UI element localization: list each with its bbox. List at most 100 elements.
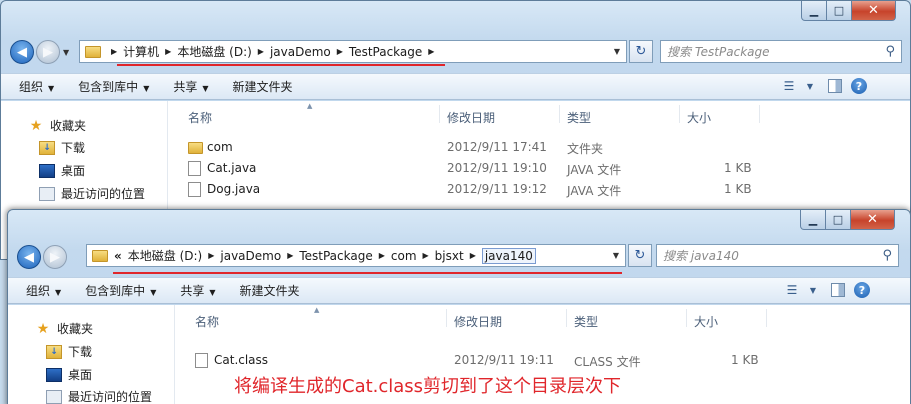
breadcrumb-overflow[interactable]: «: [112, 249, 128, 263]
back-button[interactable]: ◀: [10, 40, 34, 64]
column-modified[interactable]: 修改日期: [447, 109, 495, 126]
forward-button[interactable]: ▶: [43, 245, 67, 269]
breadcrumb-javademo[interactable]: javaDemo ▶: [270, 45, 349, 59]
help-icon[interactable]: ?: [854, 282, 870, 298]
recent-places-icon: [39, 186, 55, 201]
breadcrumb-testpackage[interactable]: TestPackage ▶: [349, 45, 441, 59]
breadcrumb-arrow-icon[interactable]: ▶: [379, 251, 385, 260]
breadcrumb-arrow-icon[interactable]: ▶: [423, 251, 429, 260]
column-divider[interactable]: [566, 309, 567, 327]
include-library-button[interactable]: 包含到库中 ▼: [78, 78, 149, 95]
nav-buttons: ◀ ▶: [8, 243, 67, 271]
column-divider[interactable]: [559, 105, 560, 123]
forward-button[interactable]: ▶: [36, 40, 60, 64]
breadcrumb-com[interactable]: com ▶: [391, 249, 435, 263]
close-button[interactable]: ✕: [852, 1, 896, 21]
nav-item-downloads[interactable]: ↓ 下载: [46, 343, 92, 360]
download-folder-icon: ↓: [39, 140, 55, 155]
command-bar: 组织 ▼ 包含到库中 ▼ 共享 ▼ 新建文件夹 ☰ ▼ ?: [1, 73, 910, 100]
nav-item-favorites[interactable]: ★ 收藏夹: [35, 320, 93, 337]
new-folder-button[interactable]: 新建文件夹: [240, 282, 300, 299]
column-modified[interactable]: 修改日期: [454, 313, 502, 330]
address-bar[interactable]: ▶ 计算机 ▶ 本地磁盘 (D:) ▶ javaDemo ▶ TestPackage ▶…: [79, 40, 627, 63]
nav-item-downloads[interactable]: ↓ 下载: [39, 139, 85, 156]
column-divider[interactable]: [766, 309, 767, 327]
refresh-button[interactable]: ↻: [629, 40, 653, 63]
column-size[interactable]: 大小: [687, 109, 711, 126]
breadcrumb-arrow-icon[interactable]: ▶: [287, 251, 293, 260]
breadcrumb-java140[interactable]: java140: [481, 247, 536, 264]
breadcrumb-javademo[interactable]: javaDemo ▶: [220, 249, 299, 263]
breadcrumb-arrow-icon[interactable]: ▶: [208, 251, 214, 260]
column-name[interactable]: 名称: [188, 109, 212, 126]
nav-item-recent[interactable]: 最近访问的位置: [46, 388, 152, 404]
breadcrumb-arrow-icon[interactable]: ▶: [470, 251, 476, 260]
preview-pane-icon[interactable]: [828, 79, 842, 93]
breadcrumb-computer[interactable]: 计算机 ▶: [123, 43, 177, 60]
desktop-icon: [39, 163, 55, 178]
navigation-pane: ★ 收藏夹 ↓ 下载 桌面 最近访问的位置: [8, 305, 175, 404]
column-divider[interactable]: [759, 105, 760, 123]
share-button[interactable]: 共享 ▼: [180, 282, 215, 299]
address-bar[interactable]: « 本地磁盘 (D:) ▶ javaDemo ▶ TestPackage ▶ com ▶…: [86, 244, 626, 267]
search-icon[interactable]: ⚲: [882, 248, 892, 263]
close-button[interactable]: ✕: [851, 210, 895, 230]
file-icon: [188, 182, 201, 197]
nav-item-desktop[interactable]: 桌面: [46, 366, 92, 383]
minimize-button[interactable]: ▁: [801, 1, 827, 21]
organize-button[interactable]: 组织 ▼: [26, 282, 61, 299]
search-input[interactable]: 搜索 java140 ⚲: [656, 244, 899, 267]
chevron-down-icon: ▼: [48, 84, 55, 93]
share-button[interactable]: 共享 ▼: [173, 78, 208, 95]
breadcrumb-drive-d[interactable]: 本地磁盘 (D:) ▶: [128, 247, 221, 264]
column-divider[interactable]: [686, 309, 687, 327]
nav-item-desktop[interactable]: 桌面: [39, 162, 85, 179]
breadcrumb-bjsxt[interactable]: bjsxt ▶: [435, 249, 482, 263]
file-row-cat-java[interactable]: Cat.java 2012/9/11 19:10 JAVA 文件 1 KB: [169, 158, 910, 179]
chevron-down-icon: ▼: [150, 288, 157, 297]
maximize-button[interactable]: □: [827, 1, 852, 21]
file-row-dog-java[interactable]: Dog.java 2012/9/11 19:12 JAVA 文件 1 KB: [169, 179, 910, 200]
address-dropdown-icon[interactable]: ▼: [614, 47, 620, 56]
refresh-button[interactable]: ↻: [628, 244, 652, 267]
breadcrumb-testpackage[interactable]: TestPackage ▶: [299, 249, 391, 263]
download-folder-icon: ↓: [46, 344, 62, 359]
new-folder-button[interactable]: 新建文件夹: [233, 78, 293, 95]
column-divider[interactable]: [446, 309, 447, 327]
column-name[interactable]: 名称: [195, 313, 219, 330]
column-type[interactable]: 类型: [567, 109, 591, 126]
recent-pages-dropdown[interactable]: ▼: [63, 48, 69, 57]
view-dropdown-icon[interactable]: ▼: [804, 282, 822, 298]
preview-pane-icon[interactable]: [831, 283, 845, 297]
column-headers: ▲ 名称 修改日期 类型 大小: [169, 101, 910, 125]
address-dropdown-icon[interactable]: ▼: [613, 251, 619, 260]
breadcrumb-arrow-icon[interactable]: ▶: [428, 47, 434, 56]
column-divider[interactable]: [679, 105, 680, 123]
back-button[interactable]: ◀: [17, 245, 41, 269]
search-icon[interactable]: ⚲: [885, 44, 895, 59]
search-input[interactable]: 搜索 TestPackage ⚲: [660, 40, 902, 63]
breadcrumb-arrow-icon[interactable]: ▶: [258, 47, 264, 56]
breadcrumb-root[interactable]: ▶: [105, 47, 123, 56]
file-row-cat-class[interactable]: Cat.class 2012/9/11 19:11 CLASS 文件 1 KB: [176, 350, 910, 371]
nav-item-recent[interactable]: 最近访问的位置: [39, 185, 145, 202]
view-options-icon[interactable]: ☰: [783, 282, 801, 298]
column-divider[interactable]: [439, 105, 440, 123]
nav-item-favorites[interactable]: ★ 收藏夹: [28, 117, 86, 134]
include-library-button[interactable]: 包含到库中 ▼: [85, 282, 156, 299]
breadcrumb-arrow-icon[interactable]: ▶: [111, 47, 117, 56]
breadcrumb-drive-d[interactable]: 本地磁盘 (D:) ▶: [177, 43, 270, 60]
breadcrumb-arrow-icon[interactable]: ▶: [337, 47, 343, 56]
chevron-down-icon: ▼: [202, 84, 209, 93]
maximize-button[interactable]: □: [826, 210, 851, 230]
annotation-underline-path1: [117, 64, 445, 66]
minimize-button[interactable]: ▁: [800, 210, 826, 230]
column-size[interactable]: 大小: [694, 313, 718, 330]
help-icon[interactable]: ?: [851, 78, 867, 94]
view-dropdown-icon[interactable]: ▼: [801, 78, 819, 94]
view-options-icon[interactable]: ☰: [780, 78, 798, 94]
breadcrumb-arrow-icon[interactable]: ▶: [165, 47, 171, 56]
column-type[interactable]: 类型: [574, 313, 598, 330]
file-row-com[interactable]: com 2012/9/11 17:41 文件夹: [169, 137, 910, 158]
organize-button[interactable]: 组织 ▼: [19, 78, 54, 95]
